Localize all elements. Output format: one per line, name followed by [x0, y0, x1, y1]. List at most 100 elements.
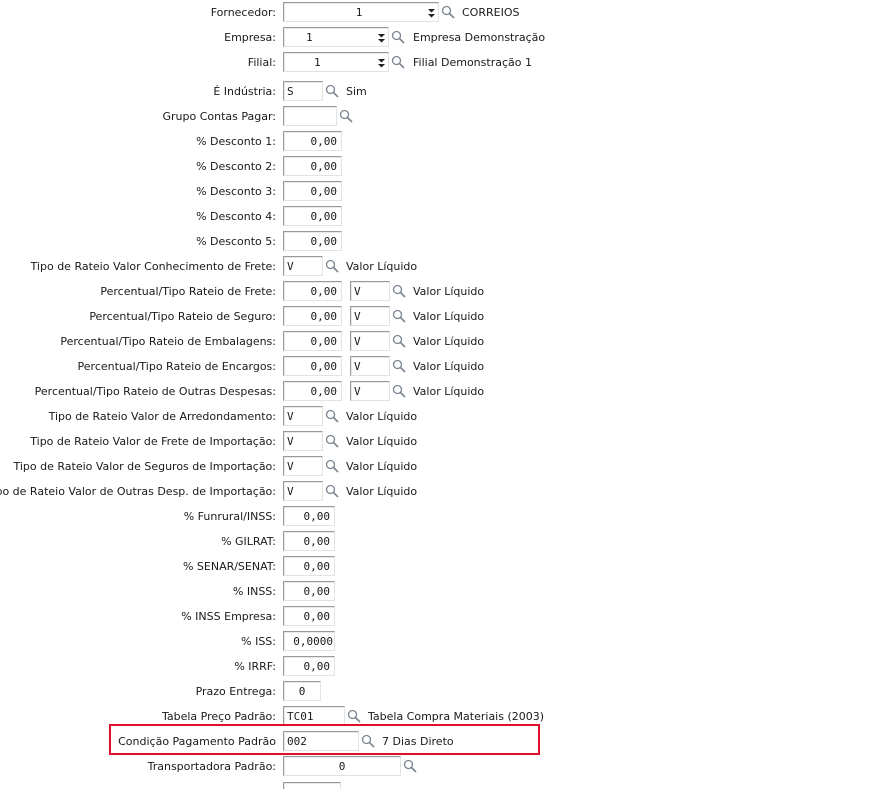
tipo-embalagens-input[interactable]: V: [350, 331, 390, 351]
search-icon[interactable]: [389, 53, 407, 71]
search-icon[interactable]: [401, 757, 419, 775]
search-icon[interactable]: [345, 707, 363, 725]
rateio-outras-imp-label: Tipo de Rateio Valor de Outras Desp. de …: [0, 485, 276, 498]
inss-empresa-row: % INSS Empresa: 0,00: [0, 606, 885, 628]
filial-desc: Filial Demonstração 1: [413, 56, 532, 69]
rateio-outras-imp-desc: Valor Líquido: [346, 485, 418, 498]
irrf-row: % IRRF: 0,00: [0, 656, 885, 678]
filial-row: Filial: 1 Filial Demonstração 1: [0, 52, 885, 74]
desconto5-input[interactable]: 0,00: [283, 231, 342, 251]
tipo-embalagens-desc: Valor Líquido: [413, 335, 485, 348]
desconto2-label: % Desconto 2:: [196, 160, 276, 173]
fornecedor-desc: CORREIOS: [462, 6, 520, 19]
transportadora-row: Transportadora Padrão: 0: [0, 756, 885, 778]
inss-label: % INSS:: [232, 585, 276, 598]
search-icon[interactable]: [323, 482, 341, 500]
chevron-down-icon[interactable]: [377, 57, 386, 69]
industria-row: É Indústria: S Sim: [0, 81, 885, 103]
perc-seguro-input[interactable]: 0,00: [283, 306, 342, 326]
rateio-outras-imp-row: Tipo de Rateio Valor de Outras Desp. de …: [0, 481, 885, 503]
tipo-encargos-desc: Valor Líquido: [413, 360, 485, 373]
rateio-seguros-imp-input[interactable]: V: [283, 456, 323, 476]
search-icon[interactable]: [323, 432, 341, 450]
desconto3-label: % Desconto 3:: [196, 185, 276, 198]
funrural-input[interactable]: 0,00: [283, 506, 335, 526]
desconto2-input[interactable]: 0,00: [283, 156, 342, 176]
chevron-down-icon[interactable]: [427, 7, 436, 19]
rateio-conhecimento-input[interactable]: V: [283, 256, 323, 276]
rateio-conhecimento-row: Tipo de Rateio Valor Conhecimento de Fre…: [0, 256, 885, 278]
rateio-arredondamento-desc: Valor Líquido: [346, 410, 418, 423]
chevron-down-icon[interactable]: [377, 32, 386, 44]
tipo-encargos-input[interactable]: V: [350, 356, 390, 376]
search-icon[interactable]: [389, 28, 407, 46]
iss-input[interactable]: 0,0000: [283, 631, 335, 651]
empresa-input[interactable]: 1: [283, 27, 389, 47]
inss-empresa-label: % INSS Empresa:: [181, 610, 276, 623]
search-icon[interactable]: [337, 107, 355, 125]
gilrat-input[interactable]: 0,00: [283, 531, 335, 551]
search-icon[interactable]: [323, 257, 341, 275]
perc-outras-input[interactable]: 0,00: [283, 381, 342, 401]
tabela-preco-input[interactable]: TC01: [283, 706, 345, 726]
perc-frete-label: Percentual/Tipo Rateio de Frete:: [100, 285, 276, 298]
search-icon[interactable]: [439, 3, 457, 21]
inss-empresa-input[interactable]: 0,00: [283, 606, 335, 626]
fornecedor-row: Fornecedor: 1 CORREIOS: [0, 2, 885, 24]
desconto3-input[interactable]: 0,00: [283, 181, 342, 201]
rateio-arredondamento-input[interactable]: V: [283, 406, 323, 426]
desconto4-row: % Desconto 4: 0,00: [0, 206, 885, 228]
desconto2-row: % Desconto 2: 0,00: [0, 156, 885, 178]
desconto1-input[interactable]: 0,00: [283, 131, 342, 151]
highlight-box: [109, 724, 540, 755]
tipo-frete-input[interactable]: V: [350, 281, 390, 301]
search-icon[interactable]: [323, 82, 341, 100]
search-icon[interactable]: [390, 357, 408, 375]
rateio-seguros-imp-row: Tipo de Rateio Valor de Seguros de Impor…: [0, 456, 885, 478]
rateio-seguros-imp-label: Tipo de Rateio Valor de Seguros de Impor…: [13, 460, 276, 473]
rateio-frete-imp-desc: Valor Líquido: [346, 435, 418, 448]
tipo-outras-input[interactable]: V: [350, 381, 390, 401]
iss-row: % ISS: 0,0000: [0, 631, 885, 653]
search-icon[interactable]: [323, 407, 341, 425]
search-icon[interactable]: [390, 382, 408, 400]
tipo-seguro-input[interactable]: V: [350, 306, 390, 326]
search-icon[interactable]: [390, 282, 408, 300]
perc-encargos-input[interactable]: 0,00: [283, 356, 342, 376]
desconto5-label: % Desconto 5:: [196, 235, 276, 248]
next-field-partial[interactable]: [283, 782, 341, 789]
perc-outras-label: Percentual/Tipo Rateio de Outras Despesa…: [34, 385, 276, 398]
transportadora-label: Transportadora Padrão:: [147, 760, 276, 773]
filial-input[interactable]: 1: [283, 52, 389, 72]
fornecedor-input[interactable]: 1: [283, 2, 439, 22]
perc-frete-row: Percentual/Tipo Rateio de Frete: 0,00 V …: [0, 281, 885, 303]
tipo-seguro-desc: Valor Líquido: [413, 310, 485, 323]
search-icon[interactable]: [390, 307, 408, 325]
rateio-frete-imp-input[interactable]: V: [283, 431, 323, 451]
tipo-outras-desc: Valor Líquido: [413, 385, 485, 398]
irrf-label: % IRRF:: [234, 660, 276, 673]
senar-input[interactable]: 0,00: [283, 556, 335, 576]
desconto1-label: % Desconto 1:: [196, 135, 276, 148]
perc-seguro-label: Percentual/Tipo Rateio de Seguro:: [89, 310, 276, 323]
empresa-desc: Empresa Demonstração: [413, 31, 546, 44]
perc-encargos-row: Percentual/Tipo Rateio de Encargos: 0,00…: [0, 356, 885, 378]
grupo-contas-input[interactable]: [283, 106, 337, 126]
rateio-outras-imp-input[interactable]: V: [283, 481, 323, 501]
search-icon[interactable]: [323, 457, 341, 475]
industria-input[interactable]: S: [283, 81, 323, 101]
desconto5-row: % Desconto 5: 0,00: [0, 231, 885, 253]
inss-input[interactable]: 0,00: [283, 581, 335, 601]
empresa-row: Empresa: 1 Empresa Demonstração: [0, 27, 885, 49]
senar-row: % SENAR/SENAT: 0,00: [0, 556, 885, 578]
prazo-entrega-input[interactable]: 0: [283, 681, 321, 701]
search-icon[interactable]: [390, 332, 408, 350]
perc-embalagens-row: Percentual/Tipo Rateio de Embalagens: 0,…: [0, 331, 885, 353]
perc-embalagens-label: Percentual/Tipo Rateio de Embalagens:: [60, 335, 276, 348]
perc-embalagens-input[interactable]: 0,00: [283, 331, 342, 351]
perc-frete-input[interactable]: 0,00: [283, 281, 342, 301]
irrf-input[interactable]: 0,00: [283, 656, 335, 676]
desconto1-row: % Desconto 1: 0,00: [0, 131, 885, 153]
transportadora-input[interactable]: 0: [283, 756, 401, 776]
desconto4-input[interactable]: 0,00: [283, 206, 342, 226]
